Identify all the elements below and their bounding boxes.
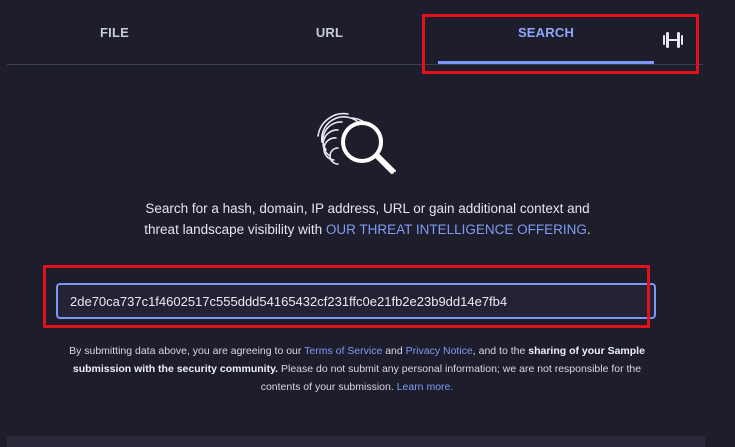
- description-period: .: [586, 222, 591, 237]
- search-description: Search for a hash, domain, IP address, U…: [140, 198, 595, 240]
- search-page: FILE URL SEARCH Search for a hash, domai…: [0, 0, 735, 447]
- terms-of-service-link[interactable]: Terms of Service: [304, 345, 382, 357]
- notice-text-1: By submitting data above, you are agreei…: [69, 345, 305, 357]
- bottom-panel: [7, 436, 705, 447]
- search-tab-highlight-box: [422, 14, 699, 74]
- threat-intelligence-link[interactable]: OUR THREAT INTELLIGENCE OFFERING: [326, 222, 587, 237]
- notice-text-2: , and to the: [472, 345, 529, 357]
- search-input-highlight-box: [43, 265, 650, 328]
- privacy-notice-link[interactable]: Privacy Notice: [406, 345, 473, 357]
- learn-more-link[interactable]: Learn more.: [397, 381, 454, 393]
- submission-notice: By submitting data above, you are agreei…: [60, 342, 654, 396]
- notice-and: and: [382, 345, 406, 357]
- tab-url[interactable]: URL: [222, 0, 437, 64]
- tab-file[interactable]: FILE: [7, 0, 222, 64]
- fingerprint-search-icon: [317, 112, 396, 174]
